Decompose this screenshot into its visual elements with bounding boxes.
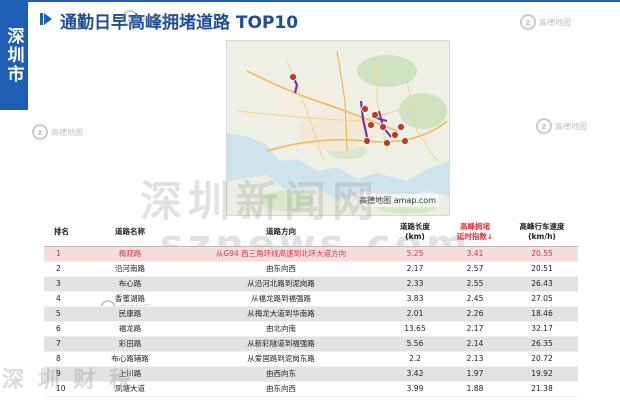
cell-index: 1.97	[444, 366, 506, 381]
cell-road-name: 福龙路	[118, 324, 142, 333]
cell-direction: 由西向东	[176, 366, 386, 381]
cell-length: 2.33	[386, 276, 444, 291]
cell-road-name: 沿河南路	[115, 264, 145, 273]
col-length-header: 道路长度 (km)	[386, 218, 444, 247]
cell-length: 2.17	[406, 264, 424, 273]
table-row: 5 民康路 从梅龙大道到华南路 2.01 2.26 18.46	[44, 306, 578, 321]
cell-speed: 20.55	[506, 246, 578, 261]
watermark-bottom: 深 圳 财 税	[2, 368, 134, 393]
table-row: 6 福龙路 由北向南 13.65 2.17 32.17	[44, 321, 578, 336]
cell-index: 2.57	[466, 264, 484, 273]
cell-length: 3.99	[406, 384, 424, 393]
cell-road-name: 梅观路	[84, 246, 176, 261]
cell-length: 5.25	[386, 246, 444, 261]
cell-direction: 从沿河北路到泥岗路	[176, 276, 386, 291]
cell-index: 1.88	[466, 384, 484, 393]
cell-index: 2.26	[444, 306, 506, 321]
cell-index: 2.13	[466, 354, 484, 363]
cell-index: 2.17	[466, 324, 484, 333]
side-region-tab: 深圳市	[0, 0, 28, 110]
cell-rank: 4	[56, 294, 61, 303]
col-direction-header: 道路方向	[176, 218, 386, 247]
cell-speed: 20.72	[531, 354, 553, 363]
cell-length: 5.56	[386, 336, 444, 351]
cell-road-name: 民康路	[84, 306, 176, 321]
cell-road-name: 彩田路	[84, 336, 176, 351]
cell-rank: 3	[44, 276, 84, 291]
cell-road-name: 香蜜湖路	[115, 294, 145, 303]
cell-speed: 26.35	[506, 336, 578, 351]
cell-direction: 从梅龙大道到华南路	[176, 306, 386, 321]
cell-rank: 1	[44, 246, 84, 261]
table-row: 7 彩田路 从新彩隧道到福强路 5.56 2.14 26.35	[44, 336, 578, 351]
cell-index: 3.41	[444, 246, 506, 261]
table-header-row: 排名 道路名称 道路方向 道路长度 (km) 高峰拥堵 延时指数↓ 高峰行车速度…	[44, 218, 578, 247]
cell-speed: 32.17	[531, 324, 553, 333]
cell-length: 13.65	[404, 324, 426, 333]
table-row: 1 梅观路 从G94 西三角环线高速到北环大道方向 5.25 3.41 20.55	[44, 246, 578, 261]
cell-speed: 27.05	[531, 294, 553, 303]
cell-length: 3.83	[406, 294, 424, 303]
cell-rank: 7	[44, 336, 84, 351]
cell-speed: 18.46	[506, 306, 578, 321]
table-row: 3 布心路 从沿河北路到泥岗路 2.33 2.55 26.43	[44, 276, 578, 291]
col-rank-header: 排名	[44, 218, 84, 247]
cell-rank: 5	[44, 306, 84, 321]
cell-road-name: 布心路	[84, 276, 176, 291]
col-speed-header: 高峰行车速度 (km/h)	[506, 218, 578, 247]
col-index-header: 高峰拥堵 延时指数↓	[444, 218, 506, 247]
cell-index: 2.45	[466, 294, 484, 303]
cell-speed: 21.38	[531, 384, 553, 393]
cell-direction: 由东向西	[266, 384, 296, 393]
cell-rank: 6	[56, 324, 61, 333]
table-row: 2 沿河南路 由东向西 2.17 2.57 20.51	[44, 261, 578, 276]
watermark-logo: z高德地图	[536, 118, 587, 134]
cell-direction: 从G94 西三角环线高速到北环大道方向	[176, 246, 386, 261]
cell-direction: 从福龙路到福强路	[251, 294, 311, 303]
col-name-header: 道路名称	[84, 218, 176, 247]
side-region-label: 深圳市	[3, 26, 24, 84]
cell-direction: 从爱国路到泥岗东路	[247, 354, 315, 363]
cell-speed: 20.51	[531, 264, 553, 273]
cell-index: 2.55	[444, 276, 506, 291]
title-bar-icon	[40, 13, 43, 25]
table-row: 4 香蜜湖路 从福龙路到福强路 3.83 2.45 27.05	[44, 291, 578, 306]
page-title: 通勤日早高峰拥堵道路 TOP10	[60, 13, 299, 33]
cell-direction: 由北向南	[266, 324, 296, 333]
cell-index: 2.14	[444, 336, 506, 351]
cell-rank: 2	[56, 264, 61, 273]
watermark-logo: z高德地图	[32, 124, 83, 140]
cell-length: 2.01	[386, 306, 444, 321]
watermark-logo: z高德地图	[122, 10, 173, 26]
watermark-logo: z高德地图	[520, 14, 571, 30]
cell-direction: 从新彩隧道到福强路	[176, 336, 386, 351]
cell-direction: 由东向西	[266, 264, 296, 273]
cell-speed: 26.43	[506, 276, 578, 291]
header-rule	[28, 0, 620, 2]
title-arrow-icon	[44, 13, 52, 25]
cell-length: 2.2	[409, 354, 421, 363]
cell-speed: 19.92	[506, 366, 578, 381]
cell-length: 3.42	[386, 366, 444, 381]
